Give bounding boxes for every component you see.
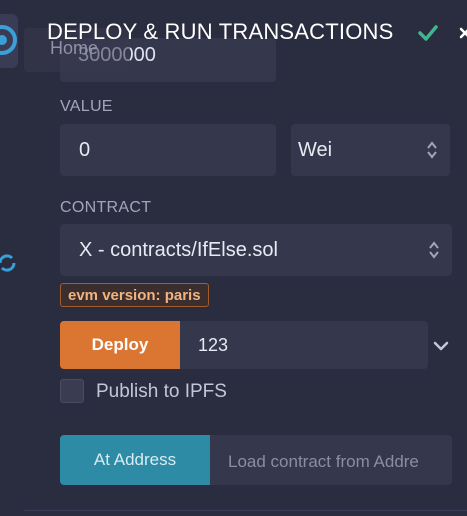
icon-sidebar	[0, 0, 24, 516]
refresh-icon[interactable]	[0, 252, 18, 279]
check-icon	[418, 24, 438, 47]
remix-logo-icon[interactable]	[0, 24, 18, 61]
deploy-button[interactable]: Deploy	[60, 321, 180, 369]
chevron-down-icon[interactable]	[433, 338, 449, 356]
contract-select-value: X - contracts/IfElse.sol	[79, 239, 278, 261]
at-address-button[interactable]: At Address	[60, 435, 210, 485]
unit-select-value: Wei	[298, 139, 333, 161]
select-arrows-icon	[427, 140, 437, 166]
value-label: VALUE	[60, 98, 113, 115]
contract-select[interactable]: X - contracts/IfElse.sol	[60, 224, 452, 276]
publish-ipfs-label: Publish to IPFS	[96, 381, 227, 402]
divider	[24, 510, 467, 511]
value-input[interactable]: 0	[60, 124, 276, 176]
evm-version-badge: evm version: paris	[60, 283, 209, 307]
publish-ipfs-checkbox[interactable]	[60, 379, 84, 403]
address-input[interactable]: Load contract from Addre	[210, 435, 452, 485]
select-arrows-icon	[429, 240, 439, 266]
unit-select[interactable]: Wei	[291, 124, 450, 176]
close-icon[interactable]	[459, 26, 467, 44]
page-title: DEPLOY & RUN TRANSACTIONS	[47, 19, 394, 44]
panel-header: DEPLOY & RUN TRANSACTIONS	[24, 0, 467, 64]
deploy-args-input[interactable]: 123	[180, 321, 428, 369]
contract-label: CONTRACT	[60, 199, 152, 216]
